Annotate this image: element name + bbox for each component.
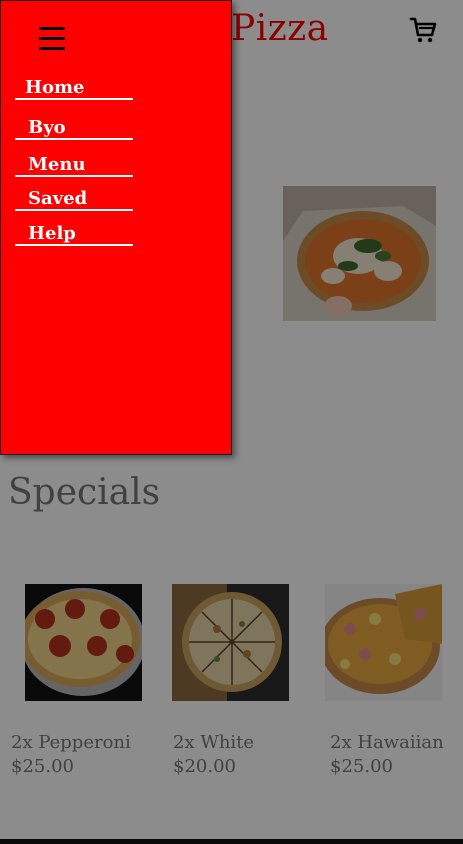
menu-item-label: Home [25,77,85,98]
side-drawer: Home Byo Menu Saved Help [0,0,232,455]
menu-item-label: Help [28,223,76,244]
menu-item-menu[interactable]: Menu [15,154,133,177]
menu-item-label: Menu [28,154,86,175]
menu-item-saved[interactable]: Saved [15,188,133,211]
menu-item-label: Byo [28,117,66,138]
hamburger-icon[interactable] [39,27,65,51]
menu-item-help[interactable]: Help [15,223,133,246]
menu-item-label: Saved [28,188,88,209]
menu-item-home[interactable]: Home [15,77,133,100]
menu-item-byo[interactable]: Byo [15,117,133,140]
